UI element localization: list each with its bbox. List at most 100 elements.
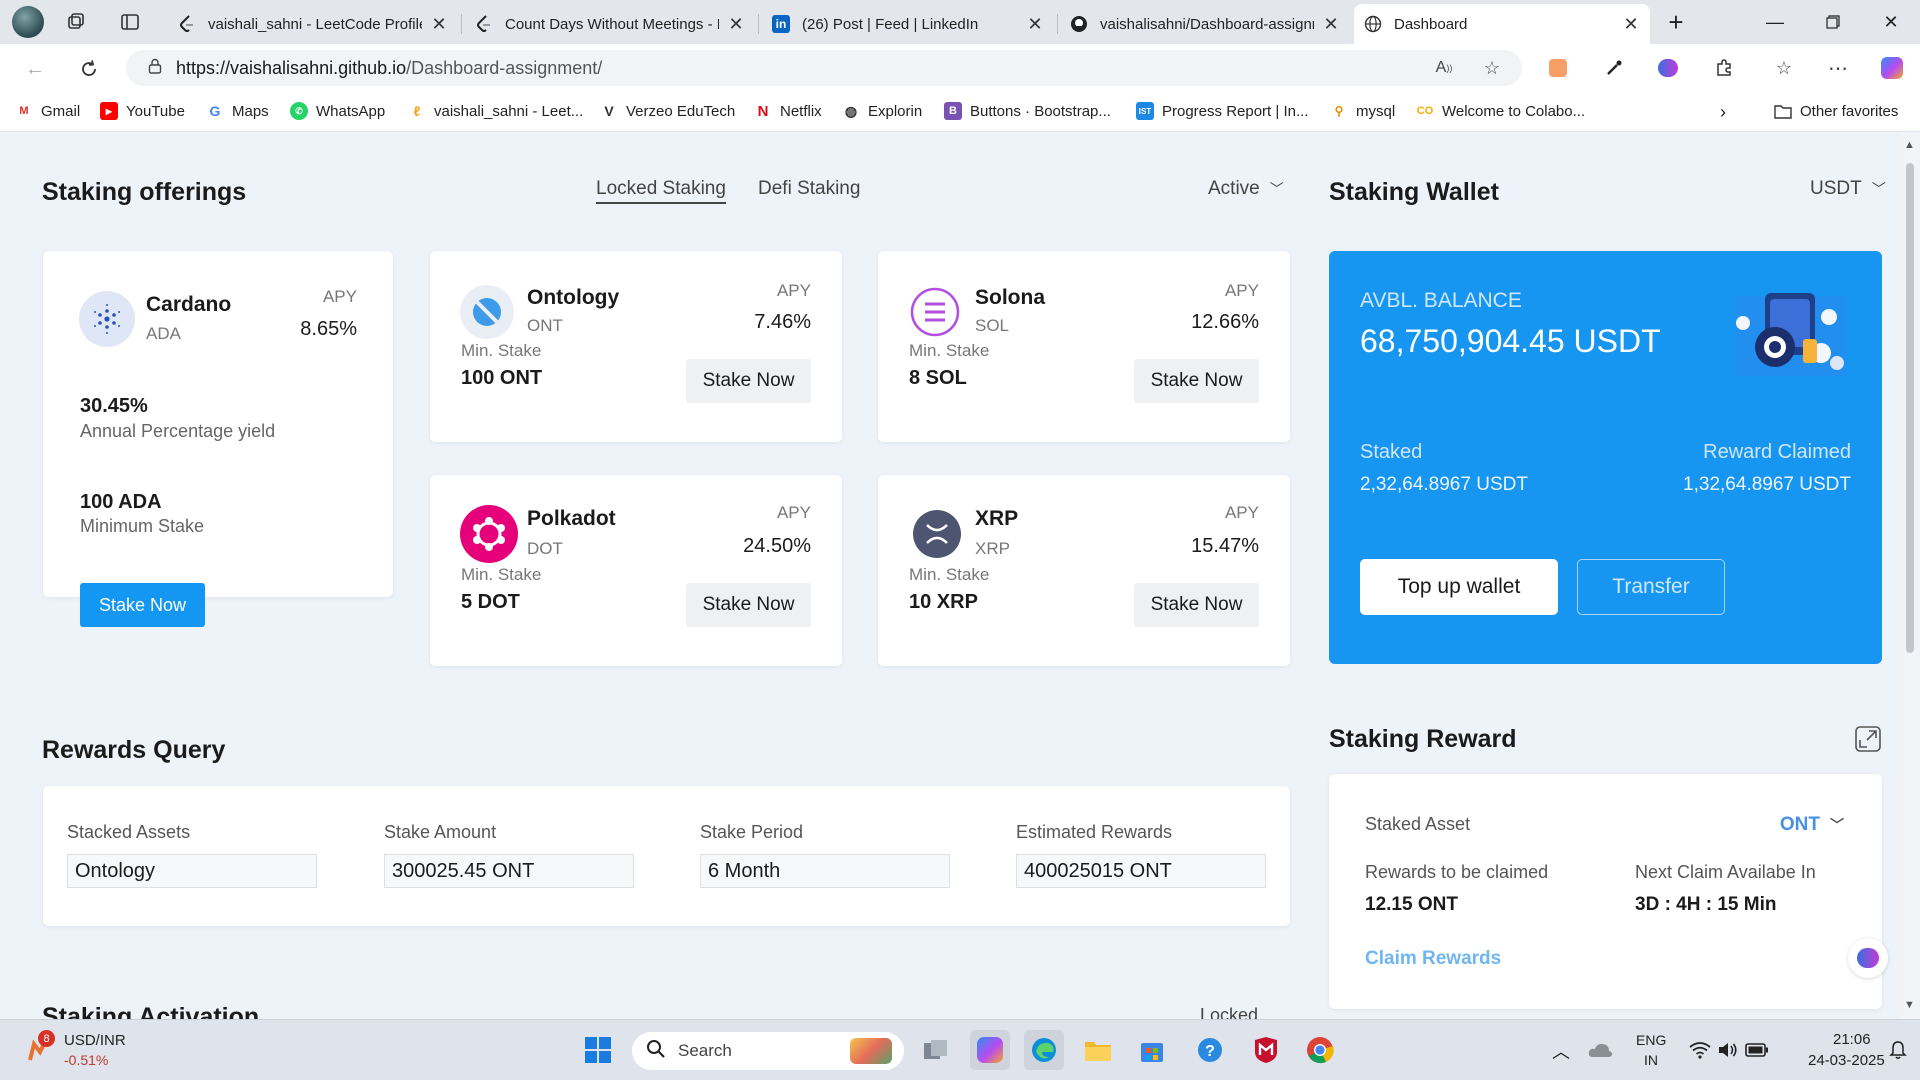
vertical-tabs-icon[interactable] xyxy=(116,8,144,36)
copilot-floating-icon[interactable] xyxy=(1848,938,1888,978)
top-up-wallet-button[interactable]: Top up wallet xyxy=(1360,559,1558,615)
read-aloud-icon[interactable]: A)) xyxy=(1426,50,1462,86)
currency-dropdown[interactable]: USDT ﹀ xyxy=(1810,178,1886,200)
workspaces-icon[interactable] xyxy=(62,8,90,36)
scroll-down-icon[interactable]: ▼ xyxy=(1904,999,1915,1011)
restore-icon[interactable] xyxy=(1804,0,1862,44)
other-favorites[interactable]: Other favorites xyxy=(1774,102,1898,120)
volume-icon[interactable] xyxy=(1714,1030,1742,1070)
staked-asset-dropdown[interactable]: ONT ﹀ xyxy=(1780,814,1844,836)
file-explorer-icon[interactable] xyxy=(1078,1030,1118,1070)
apy-value: 24.50% xyxy=(743,535,811,557)
tab-count-days[interactable]: Count Days Without Meetings - L ✕ xyxy=(465,4,755,44)
bookmark-whatsapp[interactable]: ✆ WhatsApp xyxy=(290,102,385,120)
tab-dashboard[interactable]: Dashboard ✕ xyxy=(1354,4,1650,44)
close-tab-icon[interactable]: ✕ xyxy=(1026,14,1044,35)
favorites-list-icon[interactable]: ☆ xyxy=(1766,50,1802,86)
wifi-icon[interactable] xyxy=(1686,1030,1714,1070)
stacked-assets-field[interactable]: Ontology xyxy=(67,854,317,888)
stake-period-field[interactable]: 6 Month xyxy=(700,854,950,888)
tab-title: vaishali_sahni - LeetCode Profile xyxy=(208,15,422,33)
extensions-puzzle-icon[interactable] xyxy=(1706,50,1742,86)
tab-separator xyxy=(1057,14,1058,34)
close-tab-icon[interactable]: ✕ xyxy=(1622,14,1640,35)
expand-icon[interactable] xyxy=(1854,725,1882,753)
bookmark-colab[interactable]: CO Welcome to Colabo... xyxy=(1416,102,1585,120)
brain-extension-icon[interactable] xyxy=(1650,50,1686,86)
windows-start-icon[interactable] xyxy=(578,1030,618,1070)
tab-defi-staking[interactable]: Defi Staking xyxy=(758,178,860,200)
profile-avatar-icon[interactable] xyxy=(12,6,44,38)
tab-separator xyxy=(461,14,462,34)
min-stake-value: 8 SOL xyxy=(909,367,967,389)
bookmark-gmail[interactable]: M Gmail xyxy=(15,102,80,120)
help-icon[interactable]: ? xyxy=(1190,1030,1230,1070)
bookmark-youtube[interactable]: ▶ YouTube xyxy=(100,102,185,120)
clock-time[interactable]: 21:06 xyxy=(1833,1031,1871,1048)
minimize-icon[interactable]: — xyxy=(1746,0,1804,44)
mcafee-icon[interactable] xyxy=(1246,1030,1286,1070)
tab-title: Count Days Without Meetings - L xyxy=(505,15,719,33)
chrome-icon[interactable] xyxy=(1300,1030,1340,1070)
favorite-star-icon[interactable]: ☆ xyxy=(1474,50,1510,86)
stake-amount-field[interactable]: 300025.45 ONT xyxy=(384,854,634,888)
close-tab-icon[interactable]: ✕ xyxy=(1322,14,1340,35)
stake-now-button[interactable]: Stake Now xyxy=(1134,583,1259,627)
edge-browser-icon[interactable] xyxy=(1024,1030,1064,1070)
claimed-label: Reward Claimed xyxy=(1703,441,1851,463)
ticker-change: -0.51% xyxy=(64,1052,109,1068)
clock-date[interactable]: 24-03-2025 xyxy=(1808,1052,1885,1069)
scroll-up-icon[interactable]: ▲ xyxy=(1904,139,1915,151)
bookmark-maps[interactable]: G Maps xyxy=(206,102,269,120)
extension-orange-icon[interactable] xyxy=(1540,50,1576,86)
taskbar-search[interactable]: Search xyxy=(632,1032,904,1070)
back-arrow-icon[interactable]: ← xyxy=(20,54,50,84)
estimated-rewards-field[interactable]: 400025015 ONT xyxy=(1016,854,1266,888)
onedrive-cloud-icon[interactable] xyxy=(1582,1030,1618,1070)
copilot-icon[interactable] xyxy=(1874,50,1910,86)
tab-linkedin[interactable]: in (26) Post | Feed | LinkedIn ✕ xyxy=(762,4,1054,44)
tab-leetcode-profile[interactable]: vaishali_sahni - LeetCode Profile ✕ xyxy=(168,4,458,44)
close-tab-icon[interactable]: ✕ xyxy=(430,14,448,35)
stake-now-button[interactable]: Stake Now xyxy=(686,583,811,627)
copilot-app-icon[interactable] xyxy=(970,1030,1010,1070)
tray-overflow-chevron-icon[interactable]: ︿ xyxy=(1552,1038,1570,1064)
wallet-card: AVBL. BALANCE 68,750,904.45 USDT Staked … xyxy=(1329,251,1882,664)
page-scrollbar[interactable]: ▲ ▼ xyxy=(1900,133,1920,1019)
stake-now-button[interactable]: Stake Now xyxy=(80,583,205,627)
activation-filter[interactable]: Locked xyxy=(1200,1005,1258,1019)
eyedropper-icon[interactable] xyxy=(1596,50,1632,86)
scrollbar-thumb[interactable] xyxy=(1906,163,1914,653)
bookmark-netflix[interactable]: N Netflix xyxy=(754,102,822,120)
tab-locked-staking[interactable]: Locked Staking xyxy=(596,178,726,204)
bookmark-progress-report[interactable]: IST Progress Report | In... xyxy=(1136,102,1308,120)
usd-inr-widget-icon[interactable]: 8 xyxy=(22,1030,55,1064)
transfer-button[interactable]: Transfer xyxy=(1577,559,1725,615)
claim-rewards-link[interactable]: Claim Rewards xyxy=(1365,948,1501,970)
notifications-icon[interactable] xyxy=(1884,1030,1912,1070)
battery-icon[interactable] xyxy=(1742,1030,1772,1070)
microsoft-store-icon[interactable] xyxy=(1132,1030,1172,1070)
url-field[interactable]: https://vaishalisahni.github.io/Dashboar… xyxy=(126,50,1522,86)
bookmark-leetcode[interactable]: ℓ vaishali_sahni - Leet... xyxy=(408,102,583,120)
language-line-1[interactable]: ENG xyxy=(1636,1032,1666,1048)
wallet-title: Staking Wallet xyxy=(1329,178,1499,206)
status-filter-dropdown[interactable]: Active ﹀ xyxy=(1208,178,1284,200)
bookmark-mysql[interactable]: ⚲ mysql xyxy=(1330,102,1395,120)
close-window-icon[interactable]: ✕ xyxy=(1862,0,1920,44)
bookmarks-overflow-chevron-icon[interactable]: › xyxy=(1720,102,1726,123)
stake-now-button[interactable]: Stake Now xyxy=(1134,359,1259,403)
language-line-2[interactable]: IN xyxy=(1644,1052,1658,1068)
min-stake-label: Min. Stake xyxy=(909,341,990,360)
bookmark-verzeo[interactable]: V Verzeo EduTech xyxy=(600,102,735,120)
stake-now-button[interactable]: Stake Now xyxy=(686,359,811,403)
bookmark-explorin[interactable]: ◍ Explorin xyxy=(842,102,922,120)
bookmark-bootstrap[interactable]: B Buttons · Bootstrap... xyxy=(944,102,1111,120)
staking-activation-title: Staking Activation xyxy=(42,1003,260,1019)
new-tab-icon[interactable]: + xyxy=(1662,7,1690,37)
close-tab-icon[interactable]: ✕ xyxy=(727,14,745,35)
reload-icon[interactable] xyxy=(74,54,104,84)
task-view-icon[interactable] xyxy=(916,1030,956,1070)
more-menu-icon[interactable]: ⋯ xyxy=(1820,50,1856,86)
tab-github[interactable]: vaishalisahni/Dashboard-assignm ✕ xyxy=(1060,4,1350,44)
